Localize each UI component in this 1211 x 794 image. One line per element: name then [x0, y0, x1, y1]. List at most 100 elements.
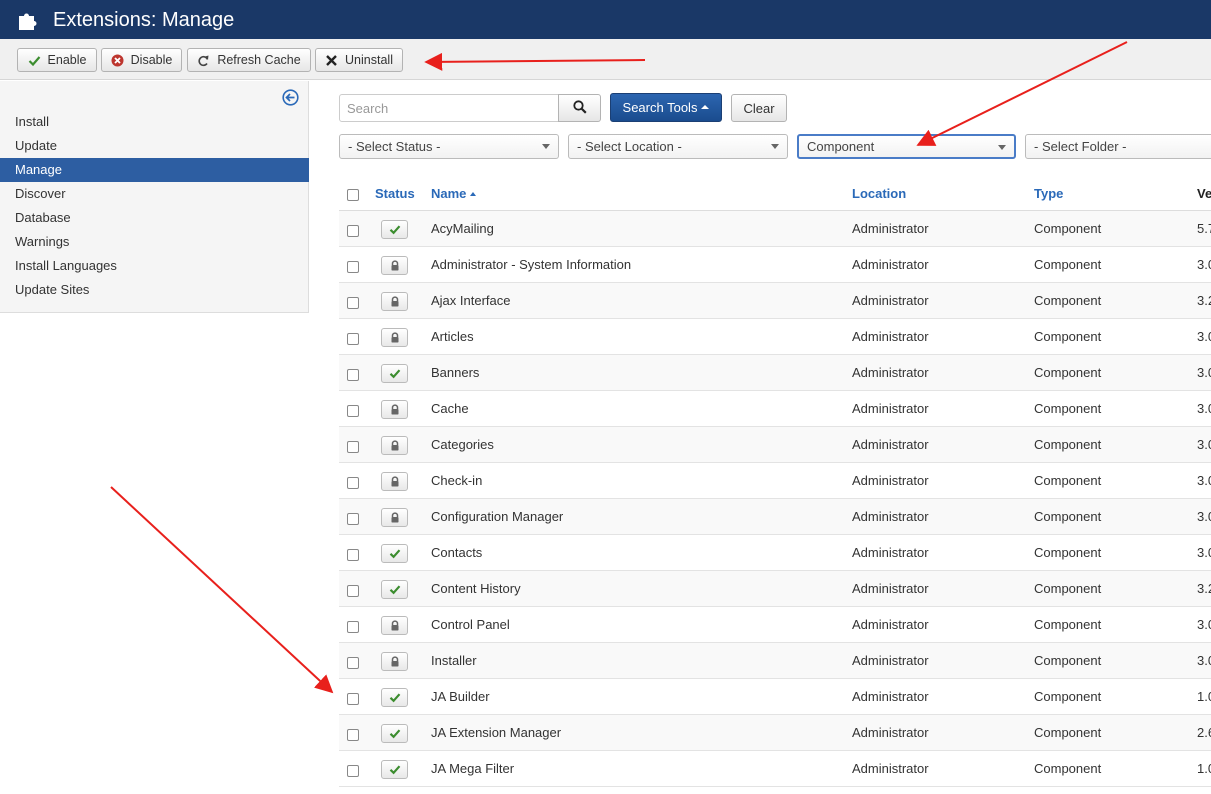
- status-toggle-button[interactable]: [381, 652, 408, 671]
- status-toggle-button[interactable]: [381, 724, 408, 743]
- sidebar-item-database[interactable]: Database: [0, 206, 309, 230]
- sort-ascending-icon: [470, 192, 477, 196]
- type-select-value: Component: [807, 139, 875, 154]
- extension-name: Administrator - System Information: [431, 257, 632, 272]
- extension-version: 1.0: [1197, 689, 1211, 704]
- extension-location: Administrator: [852, 437, 929, 452]
- extension-name: Content History: [431, 581, 521, 596]
- version-column-header[interactable]: Ve: [1197, 186, 1211, 201]
- search-button[interactable]: [558, 94, 601, 122]
- type-select[interactable]: Component: [797, 134, 1016, 159]
- sidebar-item-discover[interactable]: Discover: [0, 182, 309, 206]
- lock-icon: [390, 260, 400, 271]
- status-toggle-button[interactable]: [381, 508, 408, 527]
- status-toggle-button[interactable]: [381, 400, 408, 419]
- table-row: JA Extension Manager Administrator Compone…: [339, 715, 1211, 751]
- search-tools-label: Search Tools: [622, 100, 698, 115]
- search-icon: [572, 99, 587, 117]
- row-checkbox[interactable]: [347, 477, 359, 489]
- extension-name: Configuration Manager: [431, 509, 564, 524]
- sidebar: Install Update Manage Discover Database …: [0, 81, 309, 313]
- folder-select[interactable]: - Select Folder -: [1025, 134, 1211, 159]
- row-checkbox[interactable]: [347, 657, 359, 669]
- status-toggle-button[interactable]: [381, 220, 408, 239]
- lock-icon: [390, 512, 400, 523]
- table-row: Contacts Administrator Component 3.0: [339, 535, 1211, 571]
- status-toggle-button[interactable]: [381, 256, 408, 275]
- disable-button[interactable]: Disable: [101, 48, 182, 72]
- extension-location: Administrator: [852, 293, 929, 308]
- status-toggle-button[interactable]: [381, 688, 408, 707]
- extension-type: Component: [1034, 257, 1102, 272]
- location-select[interactable]: - Select Location -: [568, 134, 788, 159]
- row-checkbox[interactable]: [347, 441, 359, 453]
- folder-select-value: - Select Folder -: [1034, 139, 1127, 154]
- extension-type: Component: [1034, 653, 1102, 668]
- row-checkbox[interactable]: [347, 585, 359, 597]
- name-column-header[interactable]: Name: [431, 186, 477, 201]
- refresh-cache-button[interactable]: Refresh Cache: [187, 48, 311, 72]
- lock-icon: [390, 440, 400, 451]
- row-checkbox[interactable]: [347, 621, 359, 633]
- table-row: Banners Administrator Component 3.0: [339, 355, 1211, 391]
- sidebar-item-update-sites[interactable]: Update Sites: [0, 278, 309, 302]
- search-input[interactable]: [339, 94, 559, 122]
- uninstall-label: Uninstall: [345, 53, 393, 67]
- extension-type: Component: [1034, 761, 1102, 776]
- row-checkbox[interactable]: [347, 549, 359, 561]
- row-checkbox[interactable]: [347, 693, 359, 705]
- sidebar-item-install[interactable]: Install: [0, 110, 309, 134]
- extension-location: Administrator: [852, 401, 929, 416]
- row-checkbox[interactable]: [347, 261, 359, 273]
- extension-version: 3.0: [1197, 437, 1211, 452]
- status-toggle-button[interactable]: [381, 436, 408, 455]
- status-toggle-button[interactable]: [381, 364, 408, 383]
- close-icon: [325, 54, 338, 67]
- extension-type: Component: [1034, 221, 1102, 236]
- page-title: Extensions: Manage: [53, 8, 235, 31]
- status-toggle-button[interactable]: [381, 760, 408, 779]
- row-checkbox[interactable]: [347, 513, 359, 525]
- arrow-to-ja-builder: [110, 486, 334, 694]
- status-toggle-button[interactable]: [381, 616, 408, 635]
- row-checkbox[interactable]: [347, 225, 359, 237]
- status-toggle-button[interactable]: [381, 472, 408, 491]
- status-toggle-button[interactable]: [381, 328, 408, 347]
- extension-type: Component: [1034, 545, 1102, 560]
- row-checkbox[interactable]: [347, 405, 359, 417]
- extension-name: Installer: [431, 653, 477, 668]
- sidebar-item-manage[interactable]: Manage: [0, 158, 309, 182]
- extension-location: Administrator: [852, 581, 929, 596]
- sidebar-item-warnings[interactable]: Warnings: [0, 230, 309, 254]
- extension-location: Administrator: [852, 725, 929, 740]
- status-toggle-button[interactable]: [381, 580, 408, 599]
- table-row: JA Builder Administrator Component 1.0: [339, 679, 1211, 715]
- extension-name: AcyMailing: [431, 221, 494, 236]
- lock-icon: [390, 476, 400, 487]
- uninstall-button[interactable]: Uninstall: [315, 48, 403, 72]
- extension-type: Component: [1034, 401, 1102, 416]
- check-icon: [389, 584, 401, 595]
- row-checkbox[interactable]: [347, 765, 359, 777]
- row-checkbox[interactable]: [347, 333, 359, 345]
- status-column-header[interactable]: Status: [375, 186, 415, 201]
- extension-type: Component: [1034, 617, 1102, 632]
- status-toggle-button[interactable]: [381, 292, 408, 311]
- sidebar-item-update[interactable]: Update: [0, 134, 309, 158]
- row-checkbox[interactable]: [347, 369, 359, 381]
- sidebar-item-install-languages[interactable]: Install Languages: [0, 254, 309, 278]
- extension-version: 3.0: [1197, 545, 1211, 560]
- type-column-header[interactable]: Type: [1034, 186, 1063, 201]
- search-tools-button[interactable]: Search Tools: [610, 93, 722, 122]
- row-checkbox[interactable]: [347, 729, 359, 741]
- sidebar-menu: Install Update Manage Discover Database …: [0, 110, 309, 302]
- select-all-checkbox[interactable]: [347, 189, 359, 201]
- status-toggle-button[interactable]: [381, 544, 408, 563]
- location-column-header[interactable]: Location: [852, 186, 906, 201]
- extension-location: Administrator: [852, 221, 929, 236]
- clear-button[interactable]: Clear: [731, 94, 787, 122]
- row-checkbox[interactable]: [347, 297, 359, 309]
- status-select[interactable]: - Select Status -: [339, 134, 559, 159]
- collapse-sidebar-icon[interactable]: [282, 89, 299, 106]
- enable-button[interactable]: Enable: [17, 48, 97, 72]
